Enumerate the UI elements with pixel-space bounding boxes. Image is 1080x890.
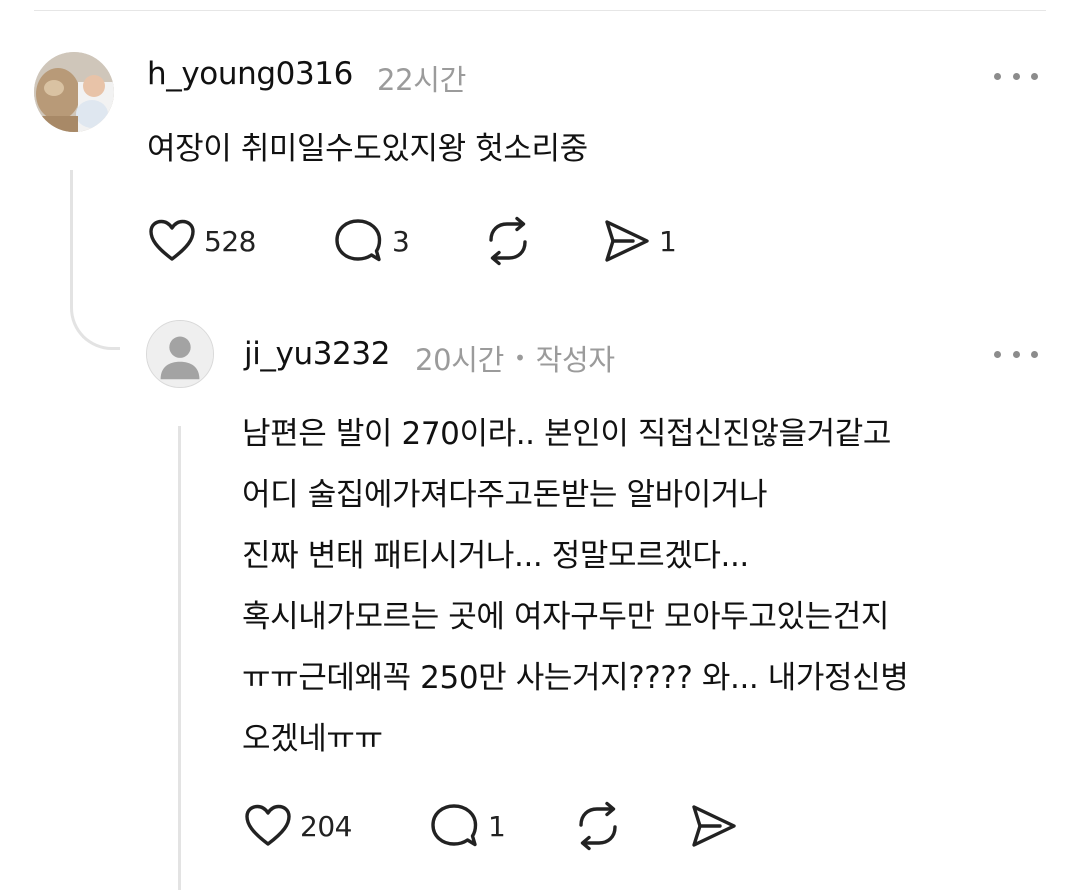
reply-username[interactable]: ji_yu3232: [244, 336, 390, 372]
comment-bubble-icon: [431, 804, 478, 847]
default-user-icon: [147, 321, 213, 387]
like-button[interactable]: 528: [148, 215, 256, 267]
repost-button[interactable]: [482, 215, 534, 267]
reply-reply-button[interactable]: 1: [430, 800, 506, 852]
reply-repost-button[interactable]: [572, 800, 624, 852]
reply-meta: 20시간 • 작성자: [415, 337, 615, 379]
reply-text-line: 혹시내가모르는 곳에 여자구두만 모아두고있는건지: [242, 599, 890, 635]
reply-time: 20시간: [415, 343, 505, 377]
comment-text: 여장이 취미일수도있지왕 헛소리중: [147, 131, 588, 167]
reply-like-button[interactable]: 204: [244, 800, 352, 852]
reply-button[interactable]: 3: [334, 215, 410, 267]
reply-thread-line: [178, 426, 181, 890]
reply-text-line: 오겠네ㅠㅠ: [242, 721, 383, 757]
reply-text-line: 어디 술집에가져다주고돈받는 알바이거나: [242, 477, 768, 513]
reply-count: 3: [392, 224, 410, 258]
comment-bubble-icon: [335, 219, 382, 262]
heart-icon: [149, 219, 195, 261]
send-icon: [605, 220, 649, 262]
repost-icon: [579, 801, 617, 851]
more-options-button[interactable]: [994, 67, 1038, 85]
reply-text: 남편은 발이 270이라.. 본인이 직접신진않을거같고 어디 술집에가져다주고…: [242, 404, 1062, 770]
reply-text-line: 남편은 발이 270이라.. 본인이 직접신진않을거같고: [242, 416, 891, 452]
thread-connector-line: [70, 170, 120, 350]
reply-like-count: 204: [300, 809, 352, 843]
top-divider: [34, 10, 1046, 11]
more-icon: [994, 350, 1001, 358]
repost-icon: [489, 216, 527, 266]
reply-more-options-button[interactable]: [994, 345, 1038, 363]
meta-separator: •: [514, 346, 526, 370]
comment-time: 22시간: [377, 63, 467, 97]
share-button[interactable]: 1: [603, 215, 677, 267]
avatar-default[interactable]: [146, 320, 214, 388]
comment-username[interactable]: h_young0316: [147, 56, 353, 92]
reply-text-line: ㅠㅠ근데왜꼭 250만 사는거지???? 와... 내가정신병: [242, 660, 909, 696]
more-icon: [994, 72, 1001, 80]
share-count: 1: [659, 224, 677, 258]
avatar-photo: [34, 52, 114, 132]
heart-icon: [245, 804, 291, 846]
send-icon: [692, 805, 736, 847]
like-count: 528: [204, 224, 256, 258]
reply-text-line: 진짜 변태 패티시거나... 정말모르겠다...: [242, 538, 749, 574]
author-badge: 작성자: [535, 343, 615, 377]
reply-reply-count: 1: [488, 809, 506, 843]
reply-share-button[interactable]: [690, 800, 738, 852]
avatar[interactable]: [34, 52, 114, 132]
